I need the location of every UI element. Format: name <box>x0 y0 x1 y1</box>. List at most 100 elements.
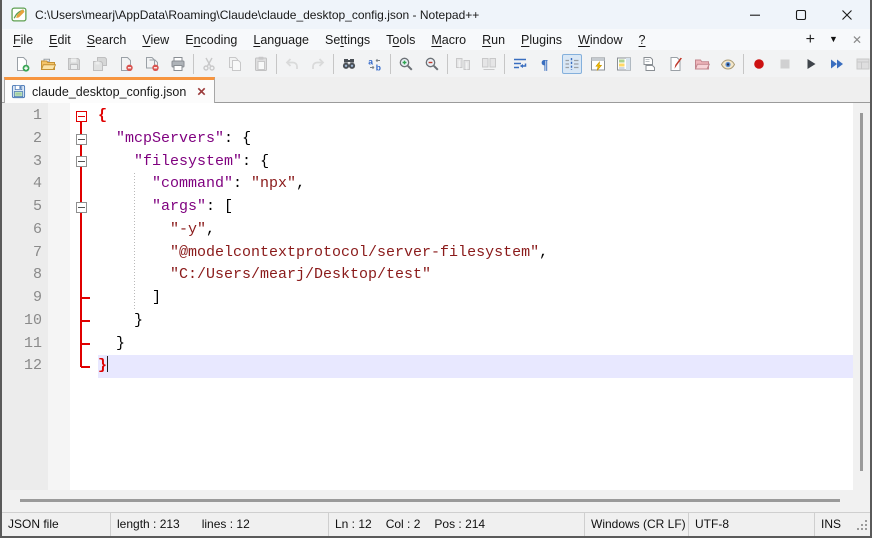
horizontal-scrollbar-thumb[interactable] <box>20 499 840 502</box>
code-line[interactable]: { <box>98 105 853 128</box>
vertical-scrollbar[interactable] <box>853 103 870 490</box>
code-line[interactable]: ] <box>98 287 853 310</box>
menu-search[interactable]: Search <box>79 33 135 47</box>
indent-guide-icon[interactable] <box>562 54 582 74</box>
toolbar-group <box>447 54 504 74</box>
open-file-icon[interactable] <box>38 54 58 74</box>
zoom-in-icon[interactable] <box>396 54 416 74</box>
menu-window[interactable]: Window <box>570 33 630 47</box>
fold-margin[interactable] <box>70 103 94 490</box>
paste-icon[interactable] <box>251 54 271 74</box>
tab-bar: claude_desktop_config.json <box>2 77 870 103</box>
code-token: } <box>98 357 107 374</box>
redo-icon[interactable] <box>308 54 328 74</box>
status-encoding[interactable]: UTF-8 <box>688 513 814 536</box>
code-line[interactable]: } <box>98 310 853 333</box>
sync-horizontal-icon[interactable] <box>479 54 499 74</box>
tab-label: claude_desktop_config.json <box>32 85 186 99</box>
undo-icon[interactable] <box>282 54 302 74</box>
save-icon[interactable] <box>64 54 84 74</box>
fold-toggle-icon[interactable] <box>76 202 87 213</box>
close-tab-icon[interactable]: ✕ <box>852 34 862 46</box>
line-number: 3 <box>2 151 42 174</box>
play-macro-icon[interactable] <box>801 54 821 74</box>
menu-encoding[interactable]: Encoding <box>177 33 245 47</box>
code-line[interactable]: "filesystem": { <box>98 151 853 174</box>
status-column: Col : 2 <box>386 517 421 531</box>
maximize-button[interactable] <box>778 0 824 29</box>
document-list-icon[interactable] <box>640 54 660 74</box>
menu-language[interactable]: Language <box>245 33 317 47</box>
function-list-icon[interactable] <box>588 54 608 74</box>
code-token: : <box>224 130 242 147</box>
cut-icon[interactable] <box>199 54 219 74</box>
menu-settings[interactable]: Settings <box>317 33 378 47</box>
code-token: [ <box>224 198 233 215</box>
save-macro-icon[interactable] <box>853 54 872 74</box>
menu-help[interactable]: ? <box>631 33 654 47</box>
toolbar-group <box>276 54 333 74</box>
code-token: "@modelcontextprotocol/server-filesystem… <box>170 244 539 261</box>
code-line[interactable]: "command": "npx", <box>98 173 853 196</box>
menu-macro[interactable]: Macro <box>423 33 474 47</box>
copy-icon[interactable] <box>225 54 245 74</box>
code-area[interactable]: { "mcpServers": { "filesystem": { "comma… <box>94 103 853 490</box>
menu-file[interactable]: File <box>5 33 41 47</box>
close-button[interactable] <box>824 0 870 29</box>
code-line[interactable]: } <box>98 355 853 378</box>
document-map-icon[interactable] <box>614 54 634 74</box>
monitoring-icon[interactable] <box>718 54 738 74</box>
word-wrap-icon[interactable] <box>510 54 530 74</box>
new-tab-button[interactable]: + <box>806 32 815 48</box>
fold-toggle-icon[interactable] <box>76 134 87 145</box>
line-number: 9 <box>2 287 42 310</box>
code-line[interactable]: "args": [ <box>98 196 853 219</box>
code-line[interactable]: } <box>98 333 853 356</box>
close-icon[interactable] <box>116 54 136 74</box>
svg-text:¶: ¶ <box>541 57 548 72</box>
horizontal-scrollbar[interactable] <box>2 490 870 512</box>
file-browser-icon[interactable] <box>666 54 686 74</box>
print-icon[interactable] <box>168 54 188 74</box>
new-file-icon[interactable] <box>12 54 32 74</box>
notepadpp-app-icon <box>11 6 28 23</box>
caret <box>107 356 108 372</box>
code-line[interactable]: "mcpServers": { <box>98 128 853 151</box>
record-macro-icon[interactable] <box>749 54 769 74</box>
fold-guide-tick <box>81 343 90 345</box>
folder-as-workspace-icon[interactable] <box>692 54 712 74</box>
menu-plugins[interactable]: Plugins <box>513 33 570 47</box>
bookmark-margin[interactable] <box>48 103 70 490</box>
replace-icon[interactable]: ab <box>365 54 385 74</box>
save-all-icon[interactable] <box>90 54 110 74</box>
minimize-button[interactable] <box>732 0 778 29</box>
tab-list-icon[interactable]: ▼ <box>829 35 838 44</box>
fold-toggle-icon[interactable] <box>76 156 87 167</box>
code-token: , <box>296 175 305 192</box>
status-eol-format[interactable]: Windows (CR LF) <box>584 513 688 536</box>
run-macro-multiple-icon[interactable] <box>827 54 847 74</box>
zoom-out-icon[interactable] <box>422 54 442 74</box>
menu-view[interactable]: View <box>134 33 177 47</box>
indent-guide <box>134 173 135 310</box>
close-all-icon[interactable] <box>142 54 162 74</box>
window-controls <box>732 0 870 29</box>
code-line[interactable]: "C:/Users/mearj/Desktop/test" <box>98 264 853 287</box>
tab-close-icon[interactable] <box>196 86 207 97</box>
status-line: Ln : 12 <box>335 517 372 531</box>
fold-guide-line <box>80 116 82 366</box>
sync-vertical-icon[interactable] <box>453 54 473 74</box>
find-icon[interactable] <box>339 54 359 74</box>
menu-edit[interactable]: Edit <box>41 33 79 47</box>
tab-claude-desktop-config[interactable]: claude_desktop_config.json <box>4 77 215 103</box>
stop-macro-icon[interactable] <box>775 54 795 74</box>
vertical-scrollbar-thumb[interactable] <box>860 113 863 471</box>
menu-run[interactable]: Run <box>474 33 513 47</box>
menu-tools[interactable]: Tools <box>378 33 423 47</box>
show-all-characters-icon[interactable]: ¶ <box>536 54 556 74</box>
code-line[interactable]: "-y", <box>98 219 853 242</box>
fold-toggle-icon[interactable] <box>76 111 87 122</box>
code-line[interactable]: "@modelcontextprotocol/server-filesystem… <box>98 242 853 265</box>
resize-grip[interactable] <box>856 519 868 534</box>
line-number: 5 <box>2 196 42 219</box>
